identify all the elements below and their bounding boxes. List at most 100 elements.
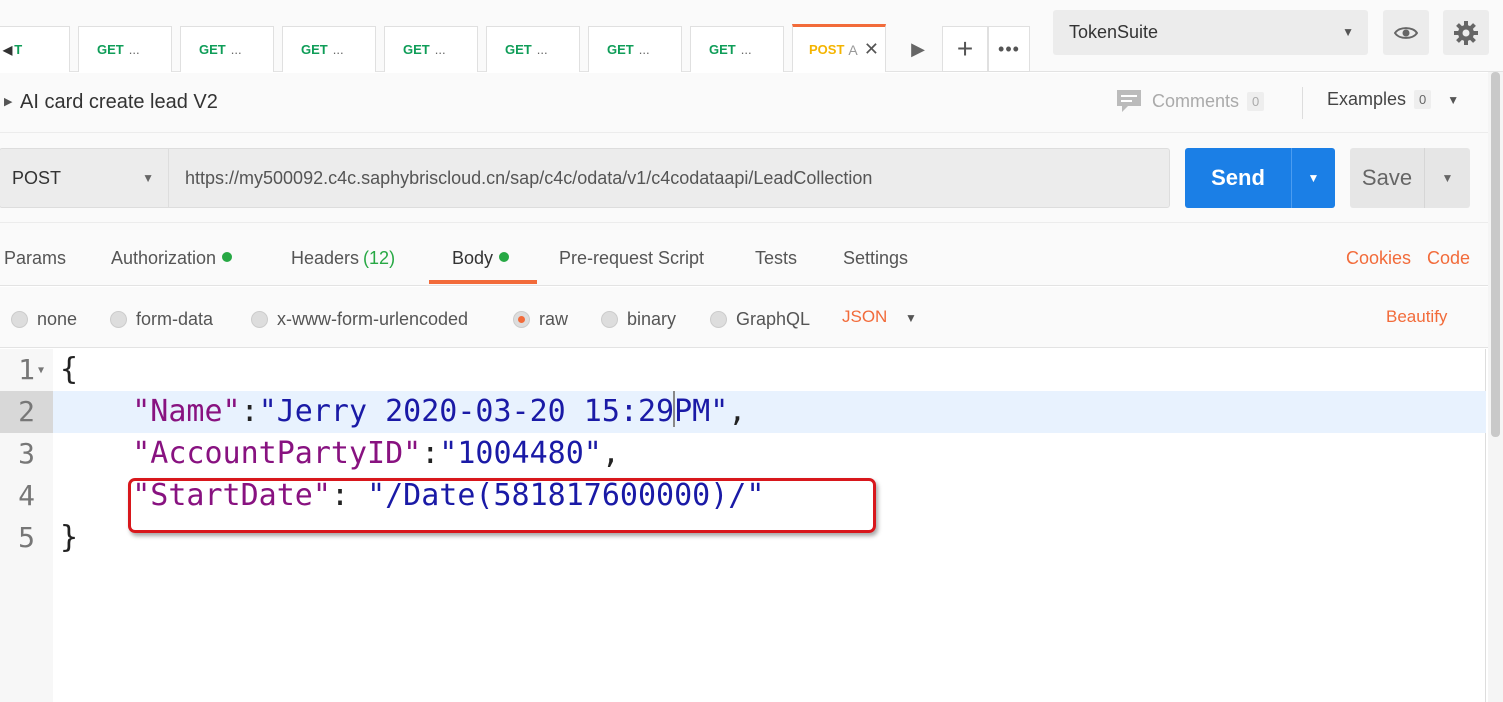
- request-tab[interactable]: GET...: [282, 26, 376, 72]
- environment-name: TokenSuite: [1069, 22, 1159, 42]
- save-button[interactable]: Save: [1350, 148, 1424, 208]
- close-tab-icon[interactable]: ✕: [864, 39, 879, 60]
- tab-method: T: [14, 42, 23, 57]
- json-comma: ,: [601, 436, 620, 471]
- code-line-active: 2 "Name":"Jerry 2020-03-20 15:29PM",: [0, 391, 1486, 433]
- tab-method: GET: [403, 42, 430, 57]
- page-scrollbar[interactable]: [1488, 72, 1503, 702]
- request-tab[interactable]: GET...: [486, 26, 580, 72]
- scroll-tabs-right-icon[interactable]: ▶: [898, 30, 938, 68]
- radio-form-data[interactable]: form-data: [110, 309, 213, 330]
- request-tab[interactable]: ◀ T: [0, 26, 70, 72]
- tab-method: POST: [809, 42, 845, 57]
- radio-label: none: [37, 309, 78, 329]
- save-options-button[interactable]: ▼: [1424, 148, 1470, 208]
- http-method-select[interactable]: POST ▼: [0, 148, 168, 208]
- radio-none[interactable]: none: [11, 309, 77, 330]
- code-text: }: [60, 520, 79, 555]
- more-tabs-button[interactable]: •••: [988, 26, 1030, 72]
- json-string: "1004480": [439, 436, 602, 471]
- request-tab-active[interactable]: POST A ✕: [792, 24, 886, 72]
- tab-pre-request-script[interactable]: Pre-request Script: [559, 248, 704, 269]
- radio-label: raw: [539, 309, 569, 329]
- examples-button[interactable]: Examples 0 ▼: [1327, 89, 1459, 110]
- body-language-select[interactable]: JSON: [842, 307, 887, 327]
- send-button[interactable]: Send: [1185, 148, 1291, 208]
- comments-button[interactable]: Comments 0: [1116, 89, 1265, 113]
- tab-method: GET: [607, 42, 634, 57]
- expand-triangle-icon[interactable]: ▶: [4, 95, 12, 108]
- radio-label: binary: [627, 309, 677, 329]
- body-code-editor[interactable]: 1 ▼ { 2 "Name":"Jerry 2020-03-20 15:29PM…: [0, 349, 1486, 702]
- request-tab[interactable]: GET...: [588, 26, 682, 72]
- code-text: "Name":"Jerry 2020-03-20 15:29PM",: [60, 391, 746, 433]
- headers-count: (12): [363, 248, 396, 268]
- radio-circle: [110, 311, 127, 328]
- divider: [1302, 87, 1303, 119]
- radio-label: form-data: [136, 309, 214, 329]
- scrollbar-thumb[interactable]: [1491, 72, 1500, 437]
- manage-environments-button[interactable]: [1443, 10, 1489, 55]
- radio-label: GraphQL: [736, 309, 811, 329]
- examples-count-badge: 0: [1414, 90, 1432, 109]
- tab-body[interactable]: Body: [452, 248, 510, 269]
- line-number: 3: [18, 437, 35, 470]
- request-name[interactable]: AI card create lead V2: [20, 91, 218, 114]
- tab-method: GET: [97, 42, 124, 57]
- comment-icon: [1117, 90, 1141, 112]
- tab-left-arrow-icon: ◀: [3, 42, 13, 57]
- json-string: "/Date(581817600000)/": [367, 478, 765, 513]
- radio-raw[interactable]: raw: [513, 309, 568, 330]
- chevron-down-icon[interactable]: ▼: [905, 311, 917, 325]
- request-name-bar: ▶ AI card create lead V2 Comments 0 Exam…: [0, 73, 1490, 133]
- send-options-button[interactable]: ▼: [1291, 148, 1335, 208]
- radio-circle: [251, 311, 268, 328]
- tab-headers[interactable]: Headers (12): [291, 248, 395, 269]
- chevron-down-icon: ▼: [1447, 92, 1460, 107]
- tab-tests[interactable]: Tests: [755, 248, 797, 269]
- radio-circle-selected: [513, 311, 530, 328]
- tab-label: ...: [434, 42, 446, 57]
- json-comma: ,: [728, 394, 747, 429]
- radio-circle: [601, 311, 618, 328]
- new-tab-button[interactable]: +: [942, 26, 988, 72]
- json-colon: :: [240, 394, 259, 429]
- radio-circle: [710, 311, 727, 328]
- radio-graphql[interactable]: GraphQL: [710, 309, 810, 330]
- line-number: 2: [18, 395, 35, 428]
- tab-label: ...: [332, 42, 344, 57]
- chevron-down-icon: ▼: [142, 171, 154, 185]
- tab-settings[interactable]: Settings: [843, 248, 908, 269]
- code-text: "StartDate": "/Date(581817600000)/": [60, 475, 764, 517]
- code-line: 4 "StartDate": "/Date(581817600000)/": [0, 475, 1486, 517]
- tab-label: ...: [740, 42, 752, 57]
- tab-label: ...: [638, 42, 650, 57]
- request-tab[interactable]: GET...: [384, 26, 478, 72]
- json-string: "Jerry 2020-03-20 15:29: [258, 394, 675, 429]
- chevron-down-icon: ▼: [1307, 171, 1320, 185]
- cookies-link[interactable]: Cookies: [1346, 248, 1411, 269]
- body-type-selector: none form-data x-www-form-urlencoded raw…: [0, 287, 1490, 348]
- url-input[interactable]: https://my500092.c4c.saphybriscloud.cn/s…: [168, 148, 1170, 208]
- fold-arrow-icon[interactable]: ▼: [38, 365, 44, 376]
- tab-params[interactable]: Params: [4, 248, 66, 269]
- code-link[interactable]: Code: [1427, 248, 1470, 269]
- radio-urlencoded[interactable]: x-www-form-urlencoded: [251, 309, 468, 330]
- radio-binary[interactable]: binary: [601, 309, 676, 330]
- request-tab[interactable]: GET...: [690, 26, 784, 72]
- environment-quick-look-button[interactable]: [1383, 10, 1429, 55]
- code-text: {: [60, 352, 79, 387]
- beautify-link[interactable]: Beautify: [1386, 307, 1447, 327]
- code-line: 1 ▼ {: [0, 349, 1486, 391]
- line-number: 5: [18, 521, 35, 554]
- line-number: 4: [18, 479, 35, 512]
- request-tab[interactable]: GET...: [78, 26, 172, 72]
- tab-authorization[interactable]: Authorization: [111, 248, 233, 269]
- chevron-down-icon: ▼: [1441, 171, 1454, 185]
- environment-select[interactable]: TokenSuite ▼: [1053, 10, 1368, 55]
- json-string: PM": [674, 394, 729, 429]
- comments-count-badge: 0: [1247, 91, 1265, 111]
- request-config-tabs: Params Authorization Headers (12) Body Pr…: [0, 223, 1490, 286]
- request-tab[interactable]: GET...: [180, 26, 274, 72]
- tab-authorization-label: Authorization: [111, 248, 217, 268]
